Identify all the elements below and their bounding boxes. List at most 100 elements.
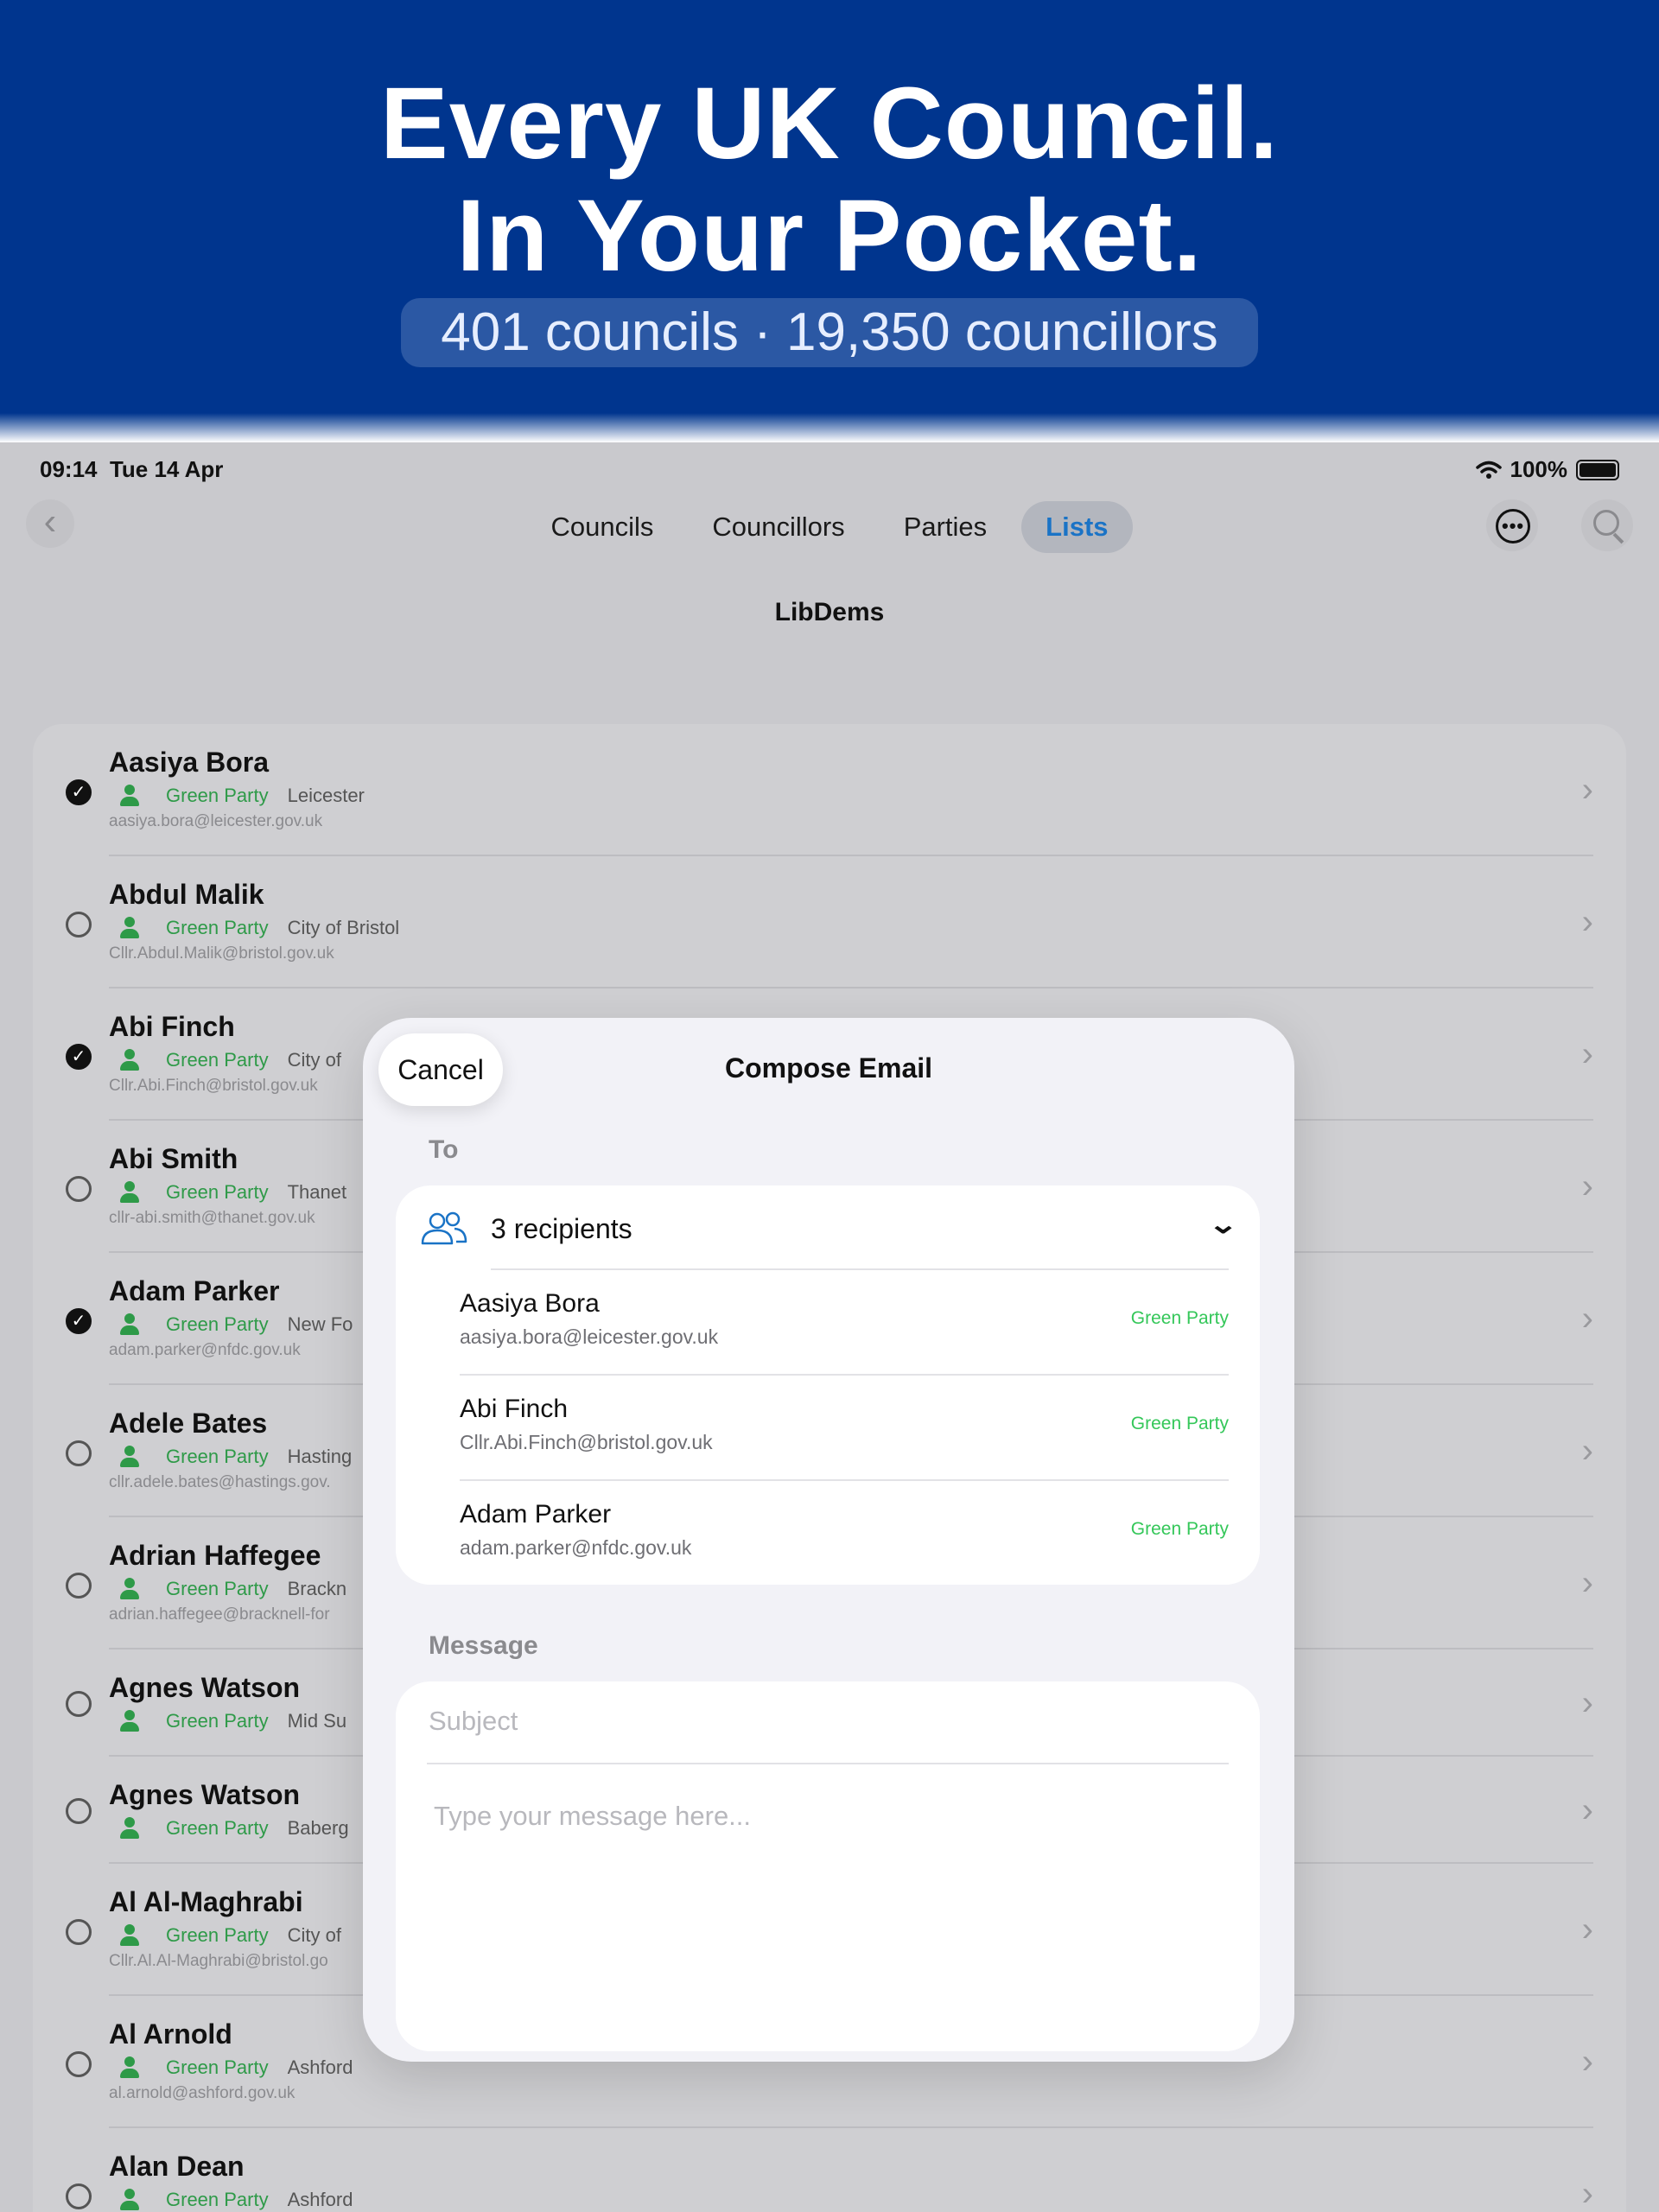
checkbox-unchecked[interactable] bbox=[66, 1798, 92, 1824]
recipient-name: Adam Parker bbox=[460, 1500, 612, 1529]
councillor-email: Cllr.Abdul.Malik@bristol.gov.uk bbox=[109, 944, 334, 963]
checkbox-unchecked[interactable] bbox=[66, 1573, 92, 1599]
councillor-email: aasiya.bora@leicester.gov.uk bbox=[109, 812, 323, 830]
councillor-name: Agnes Watson bbox=[109, 1779, 301, 1810]
councillor-name: Al Arnold bbox=[109, 2018, 232, 2050]
councillor-name: Agnes Watson bbox=[109, 1672, 301, 1703]
promo-banner: Every UK Council. In Your Pocket. 401 co… bbox=[0, 0, 1659, 442]
message-body-field[interactable]: Type your message here... bbox=[434, 1801, 751, 1832]
headline-line-2: In Your Pocket. bbox=[456, 179, 1203, 293]
recipient-email: aasiya.bora@leicester.gov.uk bbox=[460, 1325, 719, 1348]
battery-percent: 100% bbox=[1510, 456, 1568, 482]
councillor-name: Abdul Malik bbox=[109, 879, 264, 910]
recipients-toggle[interactable]: 3 recipients ⌄ bbox=[396, 1185, 1260, 1268]
councillor-email: Cllr.Al.Al-Maghrabi@bristol.go bbox=[109, 1952, 328, 1970]
promo-headline: Every UK Council. In Your Pocket. bbox=[0, 67, 1659, 292]
council-label: Hasting bbox=[287, 1446, 353, 1467]
council-label: Baberg bbox=[287, 1817, 349, 1839]
chevron-right-icon: › bbox=[1581, 1300, 1593, 1338]
battery-icon bbox=[1576, 459, 1619, 480]
checkbox-unchecked[interactable] bbox=[66, 2051, 92, 2077]
council-label: Ashford bbox=[287, 2056, 353, 2078]
person-icon bbox=[119, 1181, 140, 1204]
checkbox-unchecked[interactable] bbox=[66, 2183, 92, 2209]
segmented-tabs: Councils Councillors Parties Lists bbox=[0, 499, 1659, 555]
councillor-email: adam.parker@nfdc.gov.uk bbox=[109, 1341, 301, 1359]
checkbox-checked[interactable]: ✓ bbox=[66, 1044, 92, 1070]
party-label: Green Party bbox=[166, 785, 269, 806]
chevron-right-icon: › bbox=[1581, 1564, 1593, 1602]
search-button[interactable] bbox=[1581, 499, 1633, 551]
more-button[interactable]: ••• bbox=[1486, 499, 1538, 551]
party-label: Green Party bbox=[166, 1710, 269, 1732]
list-item[interactable]: Abdul Malik Green Party City of Bristol C… bbox=[33, 856, 1626, 988]
checkbox-unchecked[interactable] bbox=[66, 912, 92, 938]
council-label: Mid Su bbox=[287, 1710, 347, 1732]
status-time: 09:14 bbox=[40, 456, 98, 482]
subject-field[interactable]: Subject bbox=[429, 1706, 518, 1737]
recipient-email: Cllr.Abi.Finch@bristol.gov.uk bbox=[460, 1431, 713, 1453]
party-label: Green Party bbox=[166, 1446, 269, 1467]
checkbox-unchecked[interactable] bbox=[66, 1691, 92, 1717]
list-item[interactable]: ✓ Aasiya Bora Green Party Leicester aasiy… bbox=[33, 724, 1626, 856]
person-icon bbox=[119, 2189, 140, 2211]
councillor-email: cllr.adele.bates@hastings.gov. bbox=[109, 1473, 331, 1491]
person-icon bbox=[119, 1313, 140, 1336]
wifi-icon bbox=[1475, 461, 1502, 479]
headline-line-1: Every UK Council. bbox=[380, 67, 1279, 181]
person-icon bbox=[119, 2056, 140, 2079]
message-card: Subject Type your message here... bbox=[396, 1681, 1260, 2051]
recipient-email: adam.parker@nfdc.gov.uk bbox=[460, 1536, 692, 1559]
councillor-name: Abi Smith bbox=[109, 1143, 238, 1174]
chevron-right-icon: › bbox=[1581, 1432, 1593, 1470]
party-label: Green Party bbox=[166, 1817, 269, 1839]
checkbox-checked[interactable]: ✓ bbox=[66, 1308, 92, 1334]
person-icon bbox=[119, 917, 140, 939]
councillor-email: Cllr.Abi.Finch@bristol.gov.uk bbox=[109, 1077, 318, 1095]
councillor-name: Aasiya Bora bbox=[109, 747, 269, 778]
party-label: Green Party bbox=[166, 1924, 269, 1946]
councillor-name: Adrian Haffegee bbox=[109, 1540, 321, 1571]
person-icon bbox=[119, 1710, 140, 1732]
tab-parties[interactable]: Parties bbox=[880, 501, 1011, 553]
council-label: City of bbox=[287, 1049, 341, 1071]
list-item[interactable]: Alan Dean Green Party Ashford › bbox=[33, 2128, 1626, 2212]
tab-councils[interactable]: Councils bbox=[526, 501, 677, 553]
chevron-right-icon: › bbox=[1581, 1167, 1593, 1205]
person-icon bbox=[119, 1446, 140, 1468]
tab-lists[interactable]: Lists bbox=[1021, 501, 1133, 553]
councillor-email: al.arnold@ashford.gov.uk bbox=[109, 2084, 296, 2102]
banner-fade bbox=[0, 413, 1659, 442]
recipient-name: Aasiya Bora bbox=[460, 1289, 600, 1318]
status-bar: 09:14 Tue 14 Apr 100% bbox=[40, 453, 1619, 487]
status-date: Tue 14 Apr bbox=[109, 456, 224, 482]
message-label: Message bbox=[429, 1631, 538, 1660]
recipient-row: Aasiya Bora aasiya.bora@leicester.gov.uk… bbox=[460, 1270, 1229, 1376]
councillor-name: Al Al-Maghrabi bbox=[109, 1886, 303, 1917]
compose-email-sheet: Cancel Compose Email To 3 recipients ⌄ A… bbox=[363, 1018, 1294, 2062]
tab-councillors[interactable]: Councillors bbox=[688, 501, 868, 553]
checkbox-checked[interactable]: ✓ bbox=[66, 779, 92, 805]
chevron-right-icon: › bbox=[1581, 903, 1593, 941]
person-icon bbox=[119, 1924, 140, 1947]
party-label: Green Party bbox=[166, 1578, 269, 1599]
party-label: Green Party bbox=[166, 2056, 269, 2078]
chevron-right-icon: › bbox=[1581, 1910, 1593, 1948]
list-title: LibDems bbox=[774, 598, 885, 626]
chevron-right-icon: › bbox=[1581, 1684, 1593, 1722]
group-icon bbox=[421, 1211, 467, 1245]
checkbox-unchecked[interactable] bbox=[66, 1440, 92, 1466]
recipients-count: 3 recipients bbox=[491, 1213, 632, 1244]
checkbox-unchecked[interactable] bbox=[66, 1176, 92, 1202]
to-label: To bbox=[429, 1135, 459, 1164]
checkbox-unchecked[interactable] bbox=[66, 1919, 92, 1945]
person-icon bbox=[119, 1817, 140, 1840]
chevron-right-icon: › bbox=[1581, 2175, 1593, 2212]
person-icon bbox=[119, 785, 140, 807]
party-label: Green Party bbox=[166, 1181, 269, 1203]
sheet-title: Compose Email bbox=[724, 1052, 933, 1084]
councillor-email: adrian.haffegee@bracknell-for bbox=[109, 1605, 330, 1624]
party-label: Green Party bbox=[166, 1313, 269, 1335]
councillor-name: Adele Bates bbox=[109, 1408, 268, 1439]
council-label: Leicester bbox=[287, 785, 365, 806]
